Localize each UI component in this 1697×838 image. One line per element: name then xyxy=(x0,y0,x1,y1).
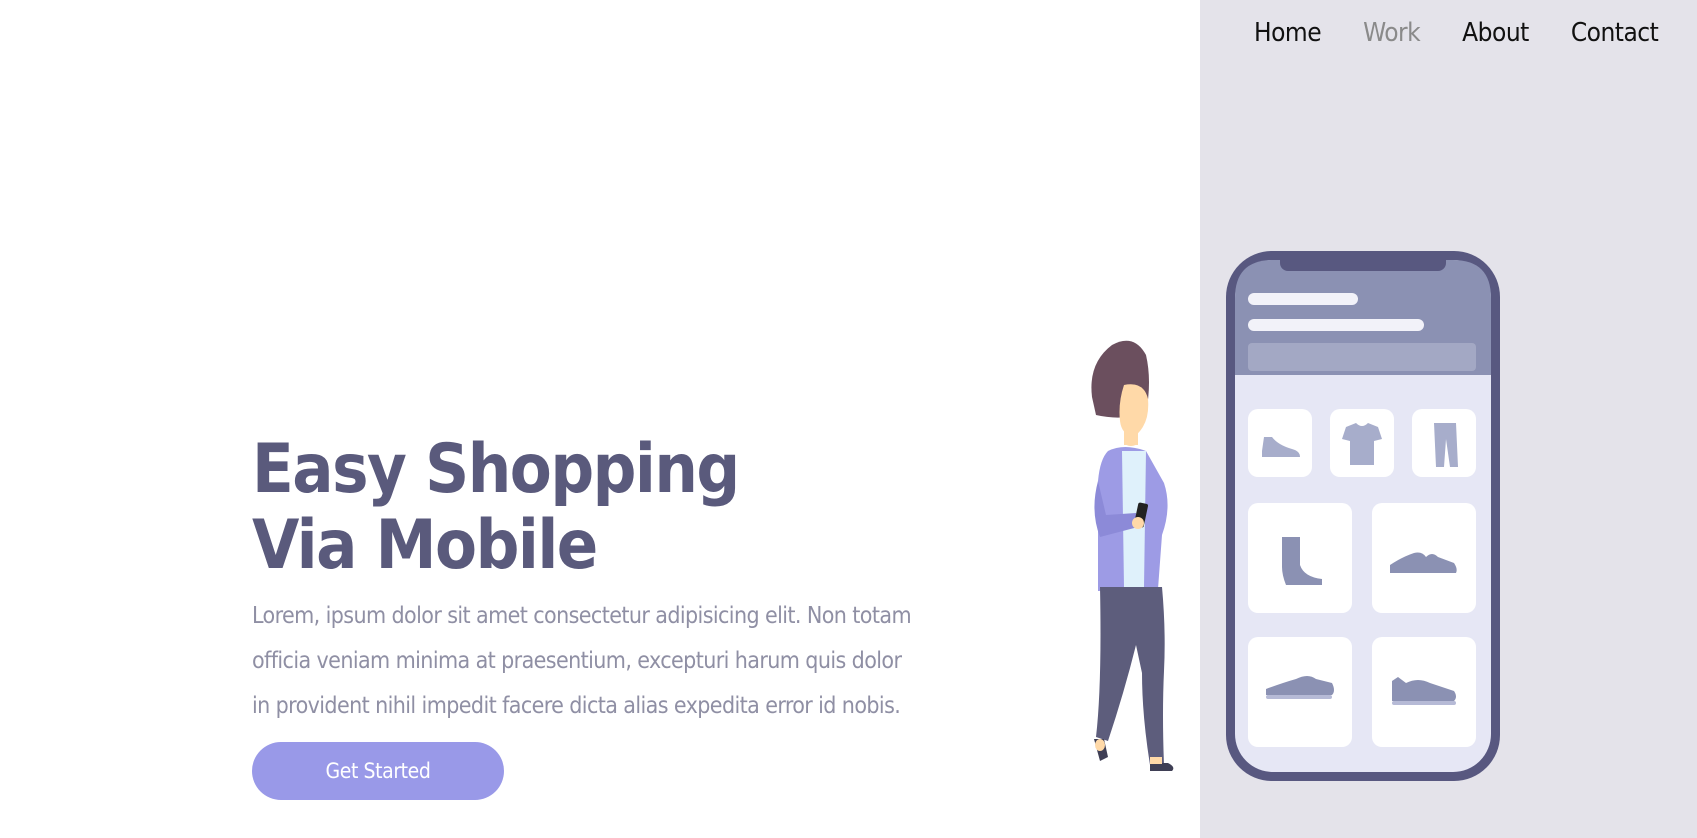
main-nav: Home Work About Contact xyxy=(1254,18,1659,48)
nav-link-contact[interactable]: Contact xyxy=(1571,18,1659,48)
hero-title-line-1: Easy Shopping xyxy=(252,430,740,509)
get-started-button[interactable]: Get Started xyxy=(252,742,504,800)
woman-illustration xyxy=(1091,340,1174,771)
nav-link-home[interactable]: Home xyxy=(1254,18,1322,48)
hero-description: Lorem, ipsum dolor sit amet consectetur … xyxy=(252,603,912,719)
hero-title-line-2: Via Mobile xyxy=(252,506,598,585)
shopping-illustration xyxy=(1091,251,1500,781)
hero-title: Easy Shopping Via Mobile xyxy=(252,430,740,585)
category-tiles xyxy=(1248,409,1476,477)
nav-link-about[interactable]: About xyxy=(1462,18,1529,48)
nav-link-work[interactable]: Work xyxy=(1363,18,1421,48)
phone-illustration xyxy=(1226,251,1500,781)
